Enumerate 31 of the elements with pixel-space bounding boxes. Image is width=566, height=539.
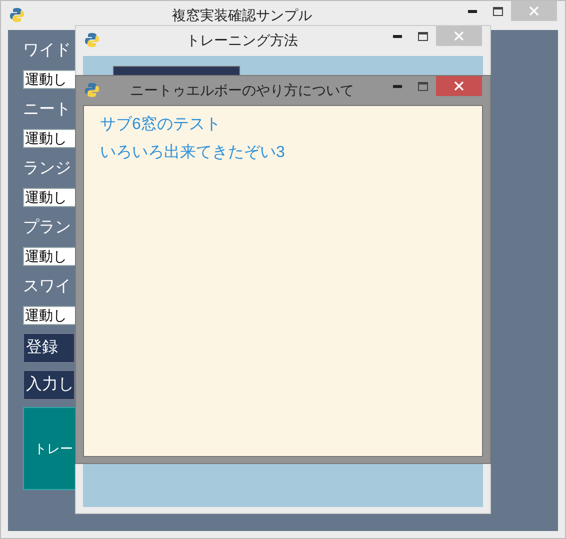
input-field[interactable]: 運動し — [23, 306, 76, 325]
close-icon — [529, 6, 539, 16]
minimize-icon — [392, 84, 402, 88]
field-label: プラン — [23, 218, 72, 238]
field-label: ランジ — [23, 159, 72, 179]
maximize-icon — [418, 82, 428, 90]
input-field[interactable]: 運動し — [23, 129, 76, 148]
close-icon — [454, 31, 464, 41]
close-button[interactable] — [436, 76, 482, 96]
maximize-icon — [493, 6, 503, 16]
field-label: スワイ — [23, 277, 72, 297]
snake-logo-icon — [84, 32, 100, 48]
window-title: ニートゥエルボーのやり方について — [130, 81, 354, 100]
input-field[interactable]: 運動し — [23, 247, 76, 266]
maximize-icon — [418, 32, 428, 40]
input-field[interactable]: 運動し — [23, 188, 76, 207]
text-line: サブ6窓のテスト — [100, 114, 222, 135]
field-label: ワイド — [23, 41, 72, 61]
tile-button[interactable]: トレー — [23, 407, 76, 490]
text-line: いろいろ出来てきたぞい3 — [100, 142, 286, 163]
action-button[interactable]: 登録 — [23, 333, 75, 363]
field-label: ニート — [23, 100, 72, 120]
window-title: トレーニング方法 — [186, 31, 298, 50]
minimize-icon — [468, 10, 476, 12]
action-button[interactable]: 入力し — [23, 370, 75, 400]
snake-logo-icon — [84, 82, 100, 98]
snake-logo-icon — [9, 7, 25, 23]
minimize-icon — [392, 34, 402, 38]
input-field[interactable]: 運動し — [23, 70, 76, 89]
window-title: 複窓実装確認サンプル — [172, 6, 312, 25]
close-icon — [454, 81, 464, 91]
